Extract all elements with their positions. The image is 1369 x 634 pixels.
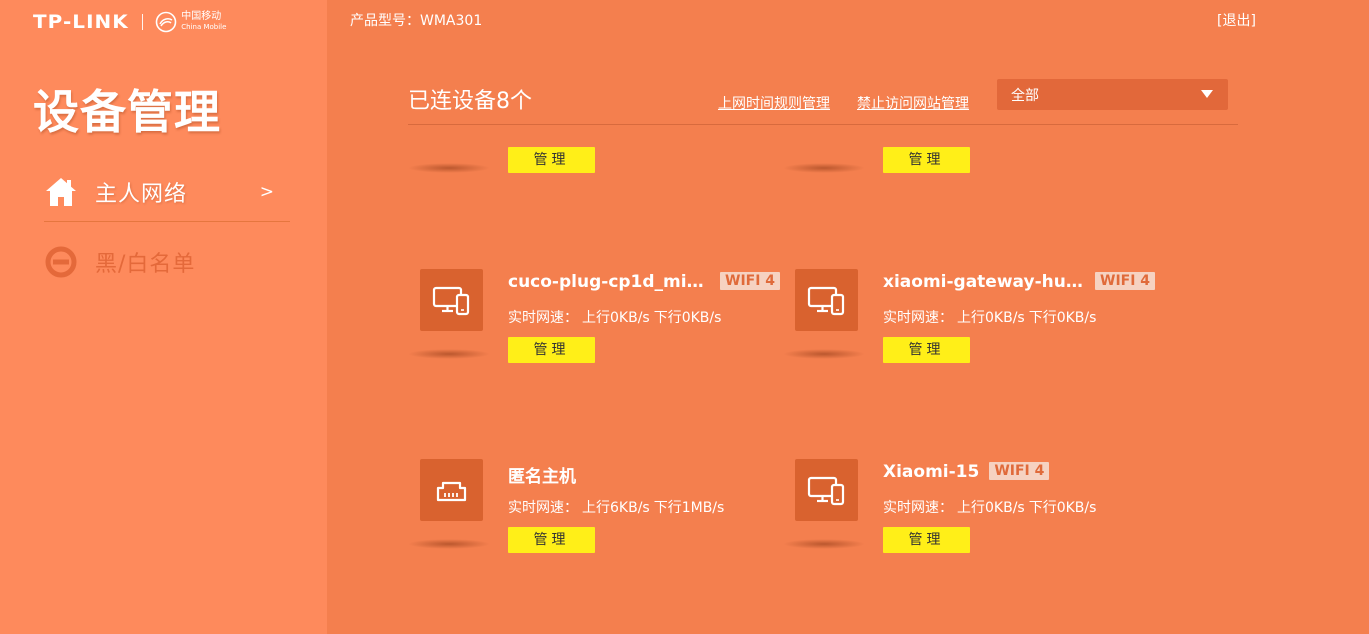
speed-label: 实时网速： [508, 500, 578, 516]
device-card: Xiaomi-15 WIFI 4 实时网速： 上行0KB/s 下行0KB/s 管理 [783, 459, 1153, 569]
speed-label: 实时网速： [883, 310, 953, 326]
main-panel: 产品型号：WMA301 [退出] 已连设备8个 上网时间规则管理 禁止访问网站管… [327, 0, 1369, 634]
device-speed: 实时网速： 上行0KB/s 下行0KB/s [883, 497, 1100, 517]
device-speed: 实时网速： 上行0KB/s 下行0KB/s [883, 307, 1100, 327]
upload-speed: 上行6KB/s [582, 500, 650, 516]
card-shadow [783, 539, 865, 549]
device-speed: 实时网速： 上行6KB/s 下行1MB/s [508, 497, 728, 517]
logout-link[interactable]: [退出] [1217, 10, 1256, 30]
device-name-text: 匿名主机 [508, 467, 576, 487]
card-shadow [408, 163, 490, 173]
sidebar: TP-LINK 中国移动 China Mobile 设备管理 主人网络 > 黑/… [0, 0, 327, 634]
sidebar-item-blacklist-whitelist[interactable]: 黑/白名单 [44, 242, 290, 282]
manage-button[interactable]: 管理 [883, 527, 970, 553]
device-name: xiaomi-gateway-hub1 WIFI 4 [883, 272, 1156, 292]
download-speed: 下行0KB/s [1028, 500, 1097, 516]
sidebar-item-label: 黑/白名单 [95, 252, 196, 277]
download-speed: 下行1MB/s [653, 500, 725, 516]
wireless-device-icon [420, 269, 483, 331]
card-shadow [783, 163, 865, 173]
china-mobile-en: China Mobile [181, 23, 227, 31]
tp-link-logo: TP-LINK 中国移动 China Mobile [33, 9, 226, 35]
sidebar-divider [44, 221, 290, 222]
download-speed: 下行0KB/s [1028, 310, 1097, 326]
site-block-link[interactable]: 禁止访问网站管理 [857, 93, 969, 113]
device-name: cuco-plug-cp1d_mia... WIFI 4 [508, 272, 781, 292]
manage-button[interactable]: 管理 [508, 147, 595, 173]
sidebar-item-label: 主人网络 [95, 182, 188, 207]
speed-label: 实时网速： [508, 310, 578, 326]
upload-speed: 上行0KB/s [957, 310, 1025, 326]
manage-button[interactable]: 管理 [883, 147, 970, 173]
chevron-right-icon: > [259, 182, 274, 202]
device-card-partial: 管理 [783, 147, 1153, 187]
product-model: 产品型号：WMA301 [350, 13, 483, 29]
china-mobile-logo: 中国移动 China Mobile [155, 11, 226, 33]
device-name-text: xiaomi-gateway-hub1 [883, 272, 1085, 292]
manage-button[interactable]: 管理 [883, 337, 970, 363]
device-card: xiaomi-gateway-hub1 WIFI 4 实时网速： 上行0KB/s 下行… [783, 269, 1156, 379]
upload-speed: 上行0KB/s [957, 500, 1025, 516]
time-rules-link[interactable]: 上网时间规则管理 [718, 93, 830, 113]
device-card: 匿名主机 实时网速： 上行6KB/s 下行1MB/s 管理 [408, 459, 778, 569]
device-name: Xiaomi-15 WIFI 4 [883, 462, 1050, 482]
sidebar-item-host-network[interactable]: 主人网络 > [44, 172, 290, 212]
device-card-partial: 管理 [408, 147, 778, 187]
china-mobile-icon [155, 11, 177, 33]
wifi-badge: WIFI 4 [720, 272, 781, 290]
device-filter-select[interactable]: 全部 [997, 79, 1228, 110]
tp-link-wordmark: TP-LINK [33, 11, 129, 33]
card-shadow [783, 349, 865, 359]
wireless-device-icon [795, 459, 858, 521]
device-name-text: cuco-plug-cp1d_mia... [508, 272, 710, 292]
home-icon [46, 178, 76, 206]
card-shadow [408, 539, 490, 549]
wifi-badge: WIFI 4 [1095, 272, 1156, 290]
page-title: 设备管理 [33, 85, 221, 139]
logo-divider [142, 14, 144, 30]
manage-button[interactable]: 管理 [508, 527, 595, 553]
header-divider [408, 124, 1238, 125]
device-name: 匿名主机 [508, 462, 576, 487]
manage-button[interactable]: 管理 [508, 337, 595, 363]
card-shadow [408, 349, 490, 359]
block-icon [45, 246, 77, 278]
wireless-device-icon [795, 269, 858, 331]
connected-device-count: 已连设备8个 [408, 89, 532, 114]
upload-speed: 上行0KB/s [582, 310, 650, 326]
device-card: cuco-plug-cp1d_mia... WIFI 4 实时网速： 上行0KB/s… [408, 269, 781, 379]
speed-label: 实时网速： [883, 500, 953, 516]
download-speed: 下行0KB/s [653, 310, 722, 326]
ethernet-icon [420, 459, 483, 521]
china-mobile-cn: 中国移动 [181, 11, 222, 22]
wifi-badge: WIFI 4 [989, 462, 1050, 480]
device-name-text: Xiaomi-15 [883, 462, 980, 482]
chevron-down-icon [1201, 90, 1213, 98]
device-speed: 实时网速： 上行0KB/s 下行0KB/s [508, 307, 725, 327]
filter-selected-value: 全部 [1011, 88, 1039, 104]
